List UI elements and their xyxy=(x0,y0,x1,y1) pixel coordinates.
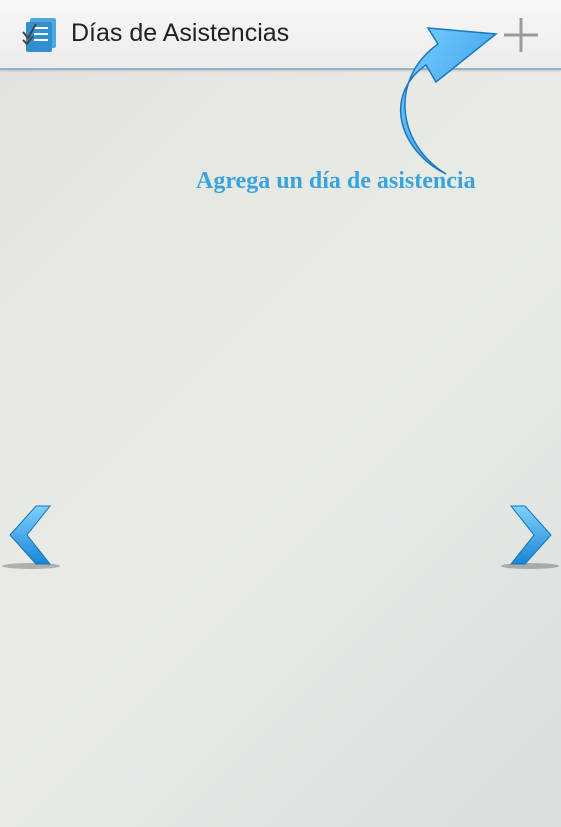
checklist-notebook-icon xyxy=(20,14,60,54)
previous-button[interactable] xyxy=(0,502,62,572)
curved-arrow-icon xyxy=(388,20,508,180)
page-title: Días de Asistencias xyxy=(71,19,290,47)
chevron-right-icon xyxy=(501,505,559,569)
next-button[interactable] xyxy=(499,502,561,572)
chevron-left-icon xyxy=(2,505,60,569)
add-hint-text: Agrega un día de asistencia xyxy=(196,168,476,194)
